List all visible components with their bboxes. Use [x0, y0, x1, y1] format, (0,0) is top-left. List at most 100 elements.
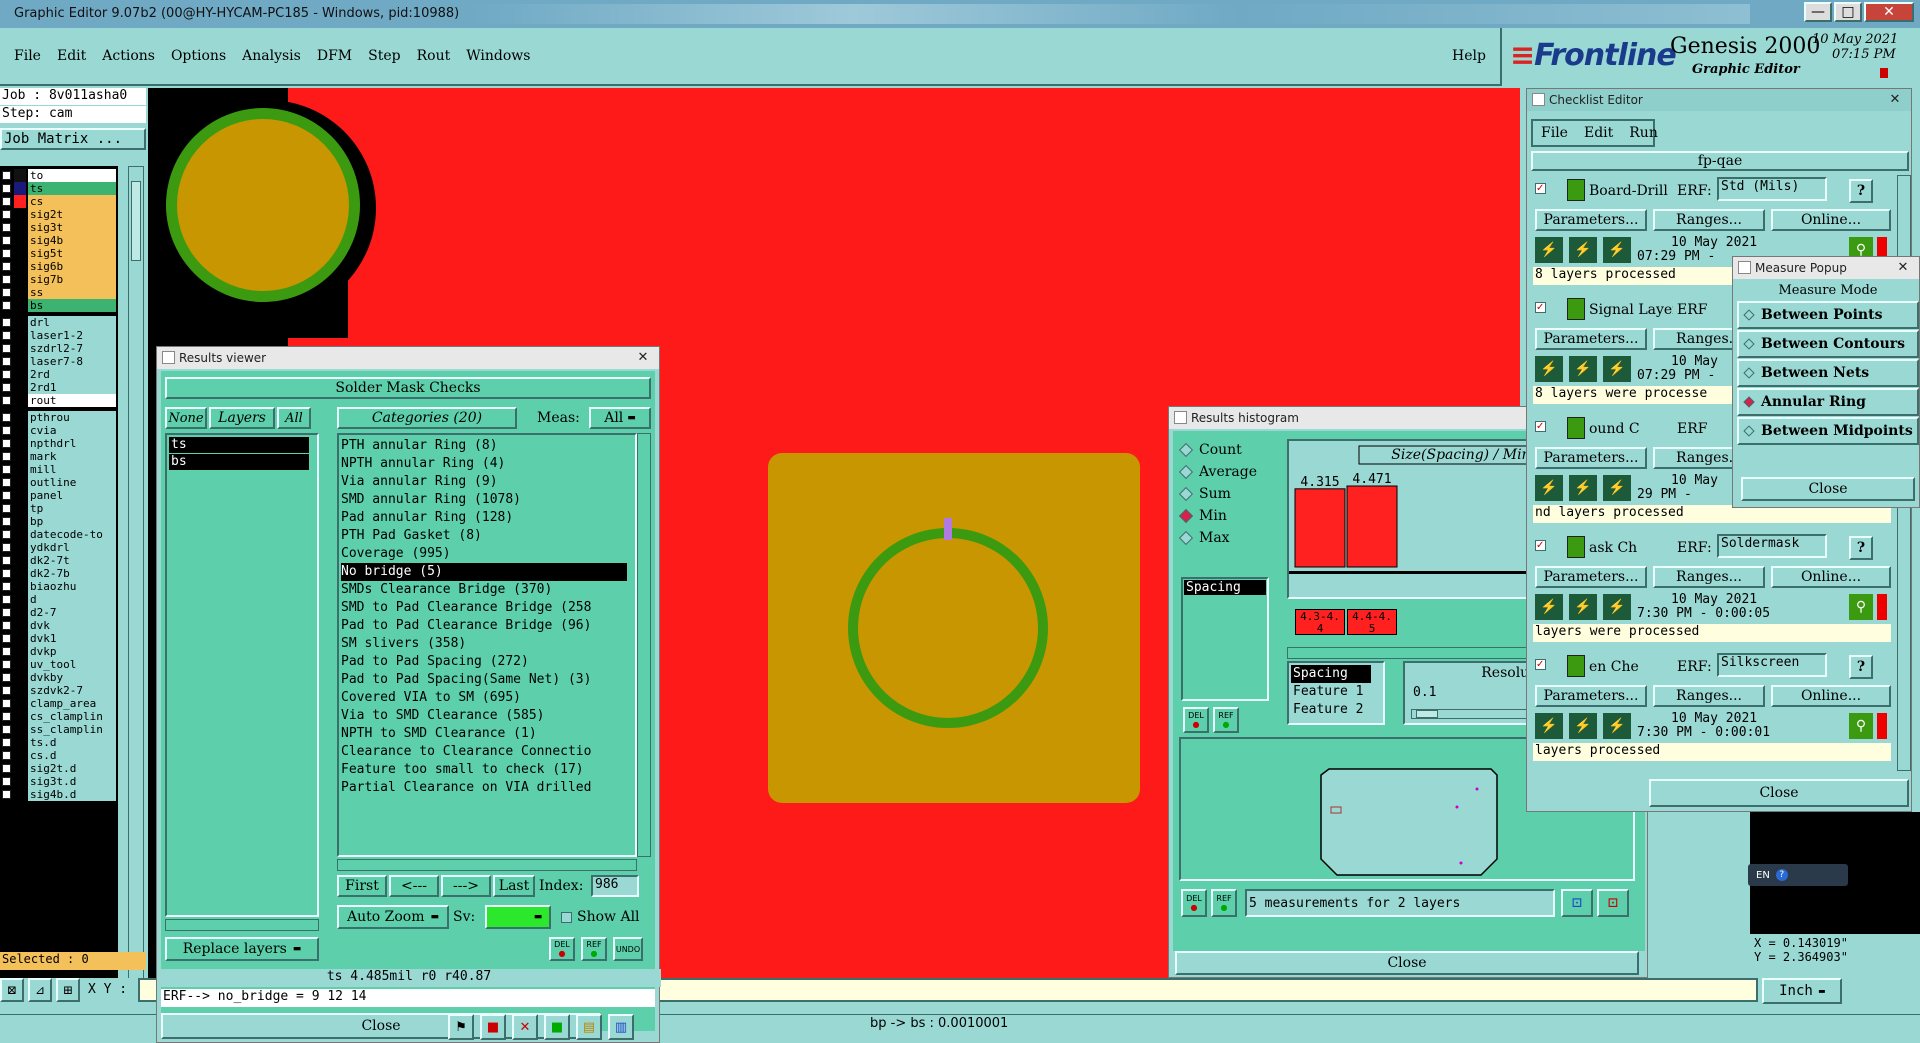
- histogram-category-label[interactable]: 4.4-4.5: [1347, 609, 1397, 635]
- run-all-icon[interactable]: ⚡: [1603, 713, 1631, 739]
- erf-select[interactable]: Std (Mils): [1717, 177, 1827, 201]
- layer-checkbox[interactable]: [2, 370, 11, 379]
- layer-checkbox[interactable]: [2, 725, 11, 734]
- layer-hscroll[interactable]: [165, 919, 319, 931]
- chart-icon[interactable]: ▥: [608, 1014, 634, 1040]
- layer-list-scrollbar[interactable]: [128, 166, 144, 999]
- check-help-button[interactable]: ?: [1849, 179, 1873, 203]
- layer-checkbox[interactable]: [2, 556, 11, 565]
- layer-checkbox[interactable]: [2, 223, 11, 232]
- menu-options[interactable]: Options: [163, 48, 234, 68]
- run-all-icon[interactable]: ⚡: [1603, 356, 1631, 382]
- last-button[interactable]: Last: [493, 875, 535, 897]
- layer-checkbox[interactable]: [2, 712, 11, 721]
- run-step-icon[interactable]: ⚡: [1569, 594, 1597, 620]
- categories-button[interactable]: Categories (20): [337, 407, 517, 429]
- layers-none-button[interactable]: None: [165, 407, 207, 429]
- zoom-a-icon[interactable]: ⊡: [1561, 889, 1593, 917]
- check-enable-checkbox[interactable]: ✓: [1535, 302, 1546, 313]
- category-item[interactable]: SMD to Pad Clearance Bridge (258: [341, 599, 633, 617]
- layer-checkbox[interactable]: [2, 383, 11, 392]
- parameters-button[interactable]: Parameters...: [1535, 328, 1647, 350]
- layer-checkbox[interactable]: [2, 777, 11, 786]
- run-icon[interactable]: ⚡: [1535, 594, 1563, 620]
- parameters-button[interactable]: Parameters...: [1535, 209, 1647, 231]
- checklist-menu-file[interactable]: File: [1533, 121, 1576, 145]
- erf-select[interactable]: Silkscreen: [1717, 653, 1827, 677]
- zoom-icon[interactable]: ⚲: [1849, 713, 1873, 739]
- category-item[interactable]: SMD annular Ring (1078): [341, 491, 633, 509]
- run-all-icon[interactable]: ⚡: [1603, 237, 1631, 263]
- measure-mode-between-nets[interactable]: Between Nets: [1737, 359, 1919, 387]
- ranges-button[interactable]: Ranges...: [1653, 685, 1765, 707]
- layer-checkbox[interactable]: [2, 301, 11, 310]
- category-item[interactable]: NPTH to SMD Clearance (1): [341, 725, 633, 743]
- layer-checkbox[interactable]: [2, 318, 11, 327]
- layer-row[interactable]: rout: [0, 393, 118, 408]
- layer-checkbox[interactable]: [2, 426, 11, 435]
- result-layer-item[interactable]: bs: [169, 454, 309, 470]
- menu-actions[interactable]: Actions: [94, 48, 163, 68]
- scroll-thumb[interactable]: [131, 181, 141, 261]
- tool-icon-1[interactable]: ⊠: [0, 978, 24, 1002]
- zoom-b-icon[interactable]: ⊡: [1597, 889, 1629, 917]
- tool-c-icon[interactable]: ✕: [512, 1014, 538, 1040]
- feature-item[interactable]: Feature 1: [1291, 683, 1381, 701]
- tool-icon-2[interactable]: ⊿: [28, 978, 52, 1002]
- layer-checkbox[interactable]: [2, 569, 11, 578]
- zoom-icon[interactable]: ⚲: [1849, 594, 1873, 620]
- layer-checkbox[interactable]: [2, 543, 11, 552]
- auto-zoom-select[interactable]: Auto Zoom ▬: [337, 905, 449, 929]
- menu-windows[interactable]: Windows: [458, 48, 538, 68]
- layers-button[interactable]: Layers: [209, 407, 275, 429]
- checklist-menu-run[interactable]: Run: [1621, 121, 1666, 145]
- first-button[interactable]: First: [337, 875, 387, 897]
- measure-mode-between-midpoints[interactable]: Between Midpoints: [1737, 417, 1919, 445]
- category-item[interactable]: Covered VIA to SM (695): [341, 689, 633, 707]
- check-name[interactable]: Signal Layer Ch: [1589, 302, 1673, 318]
- preview-ref-button[interactable]: REF ●: [1211, 889, 1237, 917]
- category-item[interactable]: NPTH annular Ring (4): [341, 455, 633, 473]
- category-item[interactable]: Clearance to Clearance Connectio: [341, 743, 633, 761]
- online-button[interactable]: Online...: [1771, 685, 1891, 707]
- index-input[interactable]: 986: [591, 875, 639, 897]
- parameters-button[interactable]: Parameters...: [1535, 447, 1647, 469]
- layer-checkbox[interactable]: [2, 647, 11, 656]
- close-icon[interactable]: ✕: [631, 349, 655, 366]
- parameters-button[interactable]: Parameters...: [1535, 566, 1647, 588]
- ref-button[interactable]: REF ●: [581, 937, 607, 961]
- menu-analysis[interactable]: Analysis: [234, 48, 309, 68]
- hist-del-button[interactable]: DEL ●: [1183, 707, 1209, 733]
- result-layer-item[interactable]: ts: [169, 437, 309, 453]
- run-all-icon[interactable]: ⚡: [1603, 594, 1631, 620]
- layer-checkbox[interactable]: [2, 790, 11, 799]
- measure-mode-between-contours[interactable]: Between Contours: [1737, 330, 1919, 358]
- ranges-button[interactable]: Ranges...: [1653, 209, 1765, 231]
- layer-checkbox[interactable]: [2, 452, 11, 461]
- del-button[interactable]: DEL ●: [549, 937, 575, 961]
- layer-checkbox[interactable]: [2, 660, 11, 669]
- checklist-close-button[interactable]: Close: [1649, 779, 1909, 807]
- layer-checkbox[interactable]: [2, 288, 11, 297]
- check-help-button[interactable]: ?: [1849, 536, 1873, 560]
- category-scrollbar[interactable]: [637, 433, 651, 857]
- layer-checkbox[interactable]: [2, 751, 11, 760]
- tool-d-icon[interactable]: ■: [544, 1014, 570, 1040]
- ranges-button[interactable]: Ranges...: [1653, 566, 1765, 588]
- check-enable-checkbox[interactable]: ✓: [1535, 421, 1546, 432]
- minimize-button[interactable]: —: [1804, 2, 1832, 22]
- layer-checkbox[interactable]: [2, 517, 11, 526]
- layer-checkbox[interactable]: [2, 621, 11, 630]
- layer-results-list[interactable]: ts bs: [165, 433, 319, 917]
- tool-b-icon[interactable]: ■: [480, 1014, 506, 1040]
- check-name[interactable]: ask Ch: [1589, 540, 1673, 556]
- layer-checkbox[interactable]: [2, 699, 11, 708]
- layer-checkbox[interactable]: [2, 357, 11, 366]
- prev-button[interactable]: <---: [389, 875, 439, 897]
- layers-all-button[interactable]: All: [277, 407, 311, 429]
- layer-checkbox[interactable]: [2, 396, 11, 405]
- run-icon[interactable]: ⚡: [1535, 237, 1563, 263]
- layer-checkbox[interactable]: [2, 262, 11, 271]
- histogram-category-label[interactable]: 4.3-4.4: [1295, 609, 1345, 635]
- category-item[interactable]: Coverage (995): [341, 545, 633, 563]
